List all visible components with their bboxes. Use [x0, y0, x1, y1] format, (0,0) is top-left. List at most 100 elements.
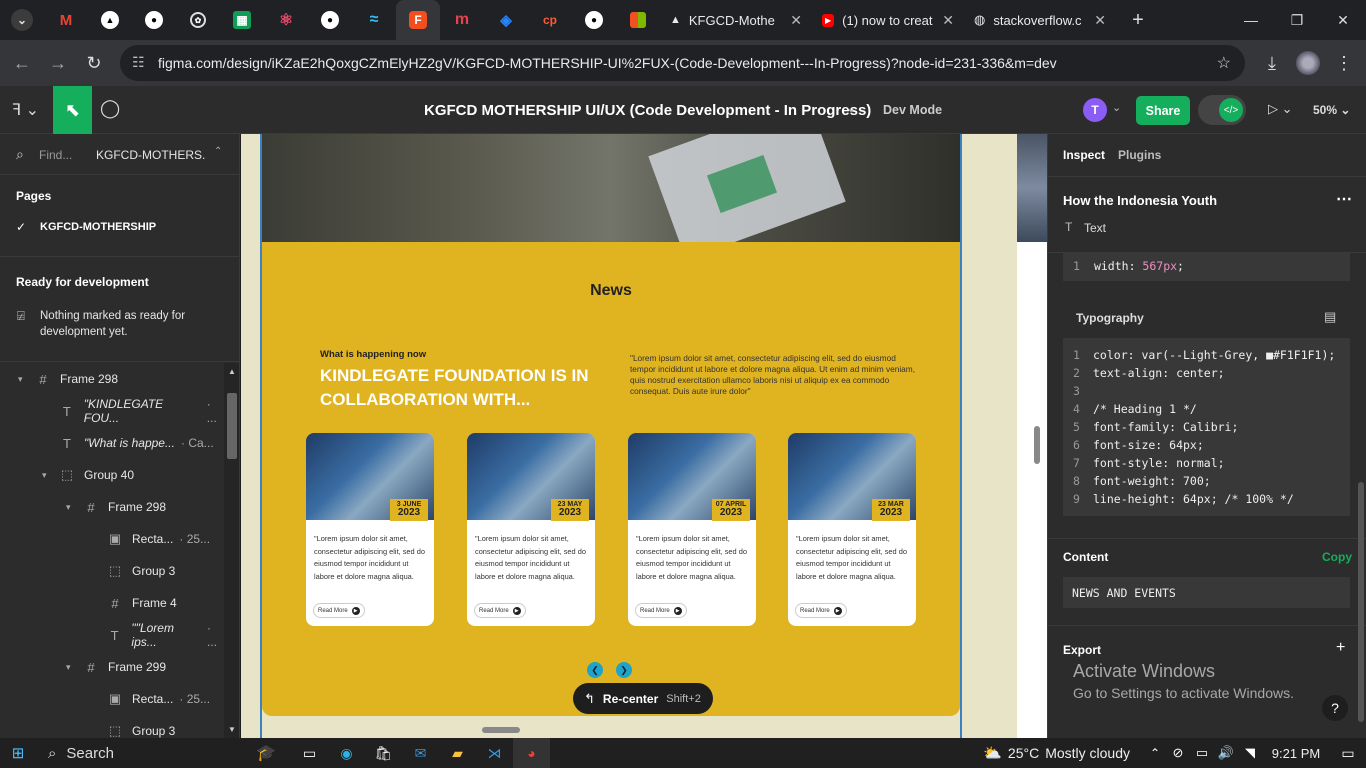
- read-more-button[interactable]: Read More ▶: [795, 603, 847, 618]
- design-canvas[interactable]: News What is happening now KINDLEGATE FO…: [241, 134, 1047, 738]
- expand-caret-icon[interactable]: ▾: [42, 470, 54, 481]
- notification-icon[interactable]: ▭: [1330, 738, 1366, 768]
- comment-tool-icon[interactable]: ◯: [100, 98, 120, 119]
- graduation-cap-icon[interactable]: 🎓: [241, 738, 291, 768]
- tab-react-icon[interactable]: ⚛: [264, 0, 308, 40]
- minimize-icon[interactable]: —: [1228, 0, 1274, 40]
- battery-icon[interactable]: ▭: [1190, 738, 1214, 768]
- tab-jira-icon[interactable]: ◈: [484, 0, 528, 40]
- page-item-current[interactable]: KGFCD-MOTHERSHIP: [40, 221, 156, 233]
- file-short-name[interactable]: KGFCD-MOTHERS...: [96, 148, 206, 162]
- close-tab-icon[interactable]: ✕: [942, 12, 954, 29]
- weather-widget[interactable]: ⛅ 25°C Mostly cloudy: [983, 744, 1130, 762]
- download-icon[interactable]: ⤓: [1254, 45, 1290, 81]
- layer-item[interactable]: ▾ ⬚ Group 40: [0, 459, 224, 491]
- network-status-icon[interactable]: ⊘: [1166, 738, 1190, 768]
- wifi-icon[interactable]: ◥: [1238, 738, 1262, 768]
- read-more-button[interactable]: Read More ▶: [474, 603, 526, 618]
- more-options-icon[interactable]: ⋯: [1336, 189, 1352, 209]
- taskbar-search[interactable]: ⌕ Search: [36, 738, 241, 768]
- back-icon[interactable]: ←: [4, 45, 40, 81]
- collapse-chevron-icon[interactable]: ⌃: [214, 146, 222, 157]
- tab-microsoft-icon[interactable]: [616, 0, 660, 40]
- tab-plugins[interactable]: Plugins: [1118, 148, 1161, 162]
- present-play-icon[interactable]: ▷ ⌄: [1268, 101, 1293, 117]
- add-export-plus-icon[interactable]: +: [1336, 639, 1345, 657]
- close-window-icon[interactable]: ✕: [1320, 0, 1366, 40]
- tab-chatgpt-icon[interactable]: ✿: [176, 0, 220, 40]
- carousel-prev-icon[interactable]: ❮: [587, 662, 603, 678]
- content-value-box[interactable]: NEWS AND EVENTS: [1063, 577, 1350, 608]
- expand-caret-icon[interactable]: ▾: [18, 374, 30, 385]
- tab-tailwind-icon[interactable]: ≈: [352, 0, 396, 40]
- tab-youtube[interactable]: ▶ (1) now to creat ✕: [812, 0, 964, 40]
- tray-chevron-icon[interactable]: ⌃: [1144, 738, 1166, 768]
- recenter-button[interactable]: ↰ Re-center Shift+2: [573, 683, 713, 714]
- find-input[interactable]: Find...: [39, 148, 72, 162]
- file-explorer-icon[interactable]: ▰: [439, 738, 476, 768]
- inspect-scrollbar-thumb[interactable]: [1358, 482, 1364, 722]
- tab-stackoverflow[interactable]: ◍ stackoverflow.c ✕: [964, 0, 1116, 40]
- file-title[interactable]: KGFCD MOTHERSHIP UI/UX (Code Development…: [424, 102, 871, 119]
- zoom-level[interactable]: 50% ⌄: [1313, 103, 1350, 117]
- layer-item[interactable]: ⬚ Group 3: [0, 715, 224, 738]
- layer-item[interactable]: ▣ Recta... · 25...: [0, 683, 224, 715]
- windows-start-icon[interactable]: ⊞: [0, 738, 36, 768]
- tab-m-icon[interactable]: m: [440, 0, 484, 40]
- typography-code-block[interactable]: 1 color: var(--Light-Grey, ■#F1F1F1); 2 tex…: [1063, 338, 1350, 516]
- avatar-chevron-icon[interactable]: ⌄: [1112, 101, 1121, 114]
- search-icon[interactable]: ⌕: [16, 146, 24, 163]
- file-title-chevron-icon[interactable]: ⌄: [846, 101, 856, 115]
- read-more-button[interactable]: Read More ▶: [635, 603, 687, 618]
- chrome-icon[interactable]: ◕: [513, 738, 550, 768]
- help-button[interactable]: ?: [1322, 695, 1348, 721]
- clock-time[interactable]: 9:21 PM: [1262, 746, 1330, 761]
- layer-item[interactable]: T ""Lorem ips... · ...: [0, 619, 224, 651]
- edge-icon[interactable]: ◉: [328, 738, 365, 768]
- layer-item[interactable]: ▾ # Frame 299: [0, 651, 224, 683]
- tab-search-chevron-icon[interactable]: ⌄: [0, 0, 44, 40]
- copy-link[interactable]: Copy: [1322, 550, 1352, 564]
- close-tab-icon[interactable]: ✕: [1094, 12, 1106, 29]
- read-more-button[interactable]: Read More ▶: [313, 603, 365, 618]
- url-field[interactable]: ☷ figma.com/design/iKZaE2hQoxgCZmElyHZ2g…: [120, 45, 1245, 81]
- copy-clipboard-icon[interactable]: ▤: [1324, 309, 1336, 325]
- scroll-up-arrow-icon[interactable]: ▲: [228, 367, 236, 376]
- store-icon[interactable]: 🛍: [365, 738, 402, 768]
- move-tool-icon[interactable]: ⬉: [53, 86, 92, 134]
- news-card[interactable]: 07 APRIL 2023 "Lorem ipsum dolor sit amet…: [628, 433, 756, 626]
- bookmark-star-icon[interactable]: ☆: [1217, 53, 1231, 73]
- tab-github-icon-3[interactable]: ●: [572, 0, 616, 40]
- tab-notion[interactable]: ▲ KFGCD-Mothe ✕: [660, 0, 812, 40]
- tab-github-icon[interactable]: ●: [132, 0, 176, 40]
- tab-cp-icon[interactable]: cp: [528, 0, 572, 40]
- scroll-down-arrow-icon[interactable]: ▼: [228, 725, 236, 734]
- news-card[interactable]: 3 JUNE 2023 "Lorem ipsum dolor sit amet, …: [306, 433, 434, 626]
- chrome-menu-icon[interactable]: ⋮: [1326, 45, 1362, 81]
- profile-avatar[interactable]: [1296, 51, 1320, 75]
- layer-item[interactable]: # Frame 4: [0, 587, 224, 619]
- horizontal-scroll-thumb[interactable]: [482, 727, 520, 733]
- tab-inspect[interactable]: Inspect: [1063, 148, 1105, 162]
- tab-gmail-icon[interactable]: M: [44, 0, 88, 40]
- scroll-thumb[interactable]: [227, 393, 237, 459]
- vscode-icon[interactable]: ⋊: [476, 738, 513, 768]
- new-tab-plus-icon[interactable]: +: [1116, 0, 1160, 40]
- layer-item[interactable]: ⬚ Group 3: [0, 555, 224, 587]
- layer-item[interactable]: T "What is happe... · Ca...: [0, 427, 224, 459]
- layer-item[interactable]: ▣ Recta... · 25...: [0, 523, 224, 555]
- layer-item[interactable]: T "KINDLEGATE FOU... · ...: [0, 395, 224, 427]
- task-view-icon[interactable]: ▭: [291, 738, 328, 768]
- carousel-next-icon[interactable]: ❯: [616, 662, 632, 678]
- tab-sheets-icon[interactable]: ▦: [220, 0, 264, 40]
- tab-vercel-icon[interactable]: ▲: [88, 0, 132, 40]
- dev-mode-label[interactable]: Dev Mode: [883, 103, 942, 117]
- expand-caret-icon[interactable]: ▾: [66, 662, 78, 673]
- tab-github-icon-2[interactable]: ●: [308, 0, 352, 40]
- expand-caret-icon[interactable]: ▾: [66, 502, 78, 513]
- layer-item[interactable]: ▾ # Frame 298: [0, 491, 224, 523]
- site-info-icon[interactable]: ☷: [132, 54, 145, 71]
- tab-figma-icon[interactable]: F: [396, 0, 440, 40]
- restore-icon[interactable]: ❐: [1274, 0, 1320, 40]
- share-button[interactable]: Share: [1136, 96, 1190, 125]
